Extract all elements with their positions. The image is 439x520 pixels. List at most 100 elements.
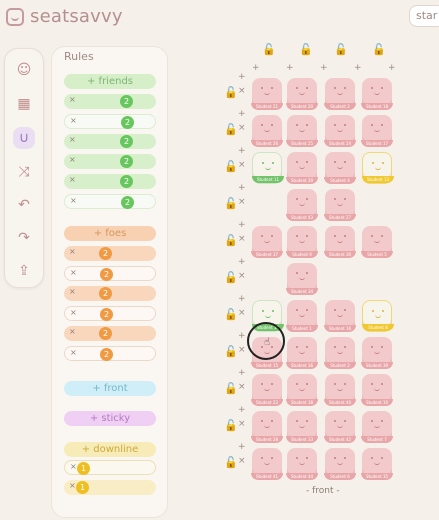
student-seat[interactable]: Student 27	[324, 189, 356, 221]
student-seat[interactable]: Student 4	[324, 152, 356, 184]
student-seat[interactable]: Student 20	[286, 78, 318, 110]
student-seat[interactable]: Student 1	[286, 300, 318, 332]
remove-icon[interactable]: ×	[69, 247, 76, 256]
remove-icon[interactable]: ×	[69, 155, 76, 164]
row-lock-icon[interactable]: 🔓	[224, 345, 238, 358]
remove-row-icon[interactable]: ×	[238, 123, 246, 133]
student-seat[interactable]: Student 39	[361, 337, 393, 369]
remove-row-icon[interactable]: ×	[238, 271, 246, 281]
remove-icon[interactable]: ×	[69, 327, 76, 336]
student-seat[interactable]: Student 41	[251, 448, 283, 480]
student-seat[interactable]: Student 21	[251, 78, 283, 110]
student-seat[interactable]: Student 5	[361, 226, 393, 258]
student-seat[interactable]: Student 22	[251, 374, 283, 406]
downline-rule-item[interactable]: × 1	[64, 480, 156, 495]
remove-icon[interactable]: ×	[70, 348, 77, 357]
remove-icon[interactable]: ×	[70, 116, 77, 125]
friends-rule-button[interactable]: + friends	[64, 74, 156, 89]
remove-icon[interactable]: ×	[69, 287, 76, 296]
add-row-icon[interactable]: +	[238, 72, 246, 82]
downline-rule-item[interactable]: × 1	[64, 460, 156, 475]
student-seat[interactable]: Student 10	[361, 374, 393, 406]
remove-icon[interactable]: ×	[70, 268, 77, 277]
student-seat[interactable]: Student 33	[286, 411, 318, 443]
remove-icon[interactable]: ×	[70, 308, 77, 317]
remove-icon[interactable]: ×	[70, 196, 77, 205]
remove-row-icon[interactable]: ×	[238, 419, 246, 429]
foes-rule-item[interactable]: × 2	[64, 266, 156, 281]
student-seat[interactable]: Student 6	[324, 448, 356, 480]
student-seat[interactable]: Student 44	[286, 448, 318, 480]
student-seat[interactable]: Student 36	[286, 337, 318, 369]
add-column-icon[interactable]: +	[286, 63, 294, 73]
remove-icon[interactable]: ×	[69, 135, 76, 144]
column-lock-icon[interactable]: 🔓	[262, 43, 276, 56]
student-seat[interactable]: Student 38	[286, 374, 318, 406]
student-seat[interactable]: Student 43	[286, 189, 318, 221]
friends-rule-item[interactable]: × 2	[64, 134, 156, 149]
remove-row-icon[interactable]: ×	[238, 234, 246, 244]
remove-row-icon[interactable]: ×	[238, 197, 246, 207]
student-seat[interactable]: Student 17	[361, 115, 393, 147]
row-lock-icon[interactable]: 🔓	[224, 160, 238, 173]
row-lock-icon[interactable]: 🔓	[224, 419, 238, 432]
student-seat[interactable]: Student 2	[324, 78, 356, 110]
friends-rule-item[interactable]: × 2	[64, 174, 156, 189]
foes-rule-button[interactable]: + foes	[64, 226, 156, 241]
foes-rule-item[interactable]: × 2	[64, 286, 156, 301]
add-column-icon[interactable]: +	[388, 63, 396, 73]
add-row-icon[interactable]: +	[238, 331, 246, 341]
student-seat[interactable]: Student 40	[324, 374, 356, 406]
foes-rule-item[interactable]: × 2	[64, 306, 156, 321]
undo-icon[interactable]: ↶	[13, 194, 35, 216]
row-lock-icon[interactable]: 🔓	[224, 234, 238, 247]
add-row-icon[interactable]: +	[238, 294, 246, 304]
student-seat[interactable]: Student 24	[324, 115, 356, 147]
student-seat[interactable]: Student 8	[362, 300, 394, 332]
front-rule-button[interactable]: + front	[64, 381, 156, 396]
column-lock-icon[interactable]: 🔓	[299, 43, 313, 56]
remove-row-icon[interactable]: ×	[238, 86, 246, 96]
grid-icon[interactable]: ▦	[13, 93, 35, 115]
column-lock-icon[interactable]: 🔓	[334, 43, 348, 56]
row-lock-icon[interactable]: 🔓	[224, 271, 238, 284]
row-lock-icon[interactable]: 🔓	[224, 123, 238, 136]
remove-row-icon[interactable]: ×	[238, 345, 246, 355]
row-lock-icon[interactable]: 🔓	[224, 456, 238, 469]
row-lock-icon[interactable]: 🔓	[224, 382, 238, 395]
add-row-icon[interactable]: +	[238, 257, 246, 267]
remove-icon[interactable]: ×	[69, 175, 76, 184]
shuffle-icon[interactable]: ⤨	[13, 161, 35, 183]
add-row-icon[interactable]: +	[238, 442, 246, 452]
student-seat[interactable]: Student 9	[286, 226, 318, 258]
add-row-icon[interactable]: +	[238, 109, 246, 119]
student-seat[interactable]: Student 28	[251, 411, 283, 443]
student-seat[interactable]: Student 34	[286, 263, 318, 295]
student-seat[interactable]: Student 30	[324, 226, 356, 258]
add-row-icon[interactable]: +	[238, 368, 246, 378]
student-seat[interactable]: Student 16	[324, 300, 356, 332]
add-row-icon[interactable]: +	[238, 183, 246, 193]
friends-rule-item[interactable]: × 2	[64, 154, 156, 169]
student-seat[interactable]: Student 26	[251, 115, 283, 147]
magnet-icon[interactable]: ∪	[13, 127, 35, 149]
row-lock-icon[interactable]: 🔓	[224, 86, 238, 99]
foes-rule-item[interactable]: × 2	[64, 326, 156, 341]
remove-row-icon[interactable]: ×	[238, 308, 246, 318]
student-seat[interactable]: Student 13	[362, 152, 394, 184]
student-seat[interactable]: Student 42	[324, 411, 356, 443]
column-lock-icon[interactable]: 🔓	[372, 43, 386, 56]
friends-rule-item[interactable]: × 2	[64, 94, 156, 109]
friends-rule-item[interactable]: × 2	[64, 114, 156, 129]
remove-icon[interactable]: ×	[69, 481, 76, 490]
remove-icon[interactable]: ×	[69, 95, 76, 104]
share-icon[interactable]: ⇪	[13, 260, 35, 282]
remove-row-icon[interactable]: ×	[238, 456, 246, 466]
remove-row-icon[interactable]: ×	[238, 382, 246, 392]
add-column-icon[interactable]: +	[354, 63, 362, 73]
redo-icon[interactable]: ↷	[13, 227, 35, 249]
friends-rule-item[interactable]: × 2	[64, 194, 156, 209]
remove-row-icon[interactable]: ×	[238, 160, 246, 170]
add-column-icon[interactable]: +	[252, 63, 260, 73]
add-column-icon[interactable]: +	[320, 63, 328, 73]
